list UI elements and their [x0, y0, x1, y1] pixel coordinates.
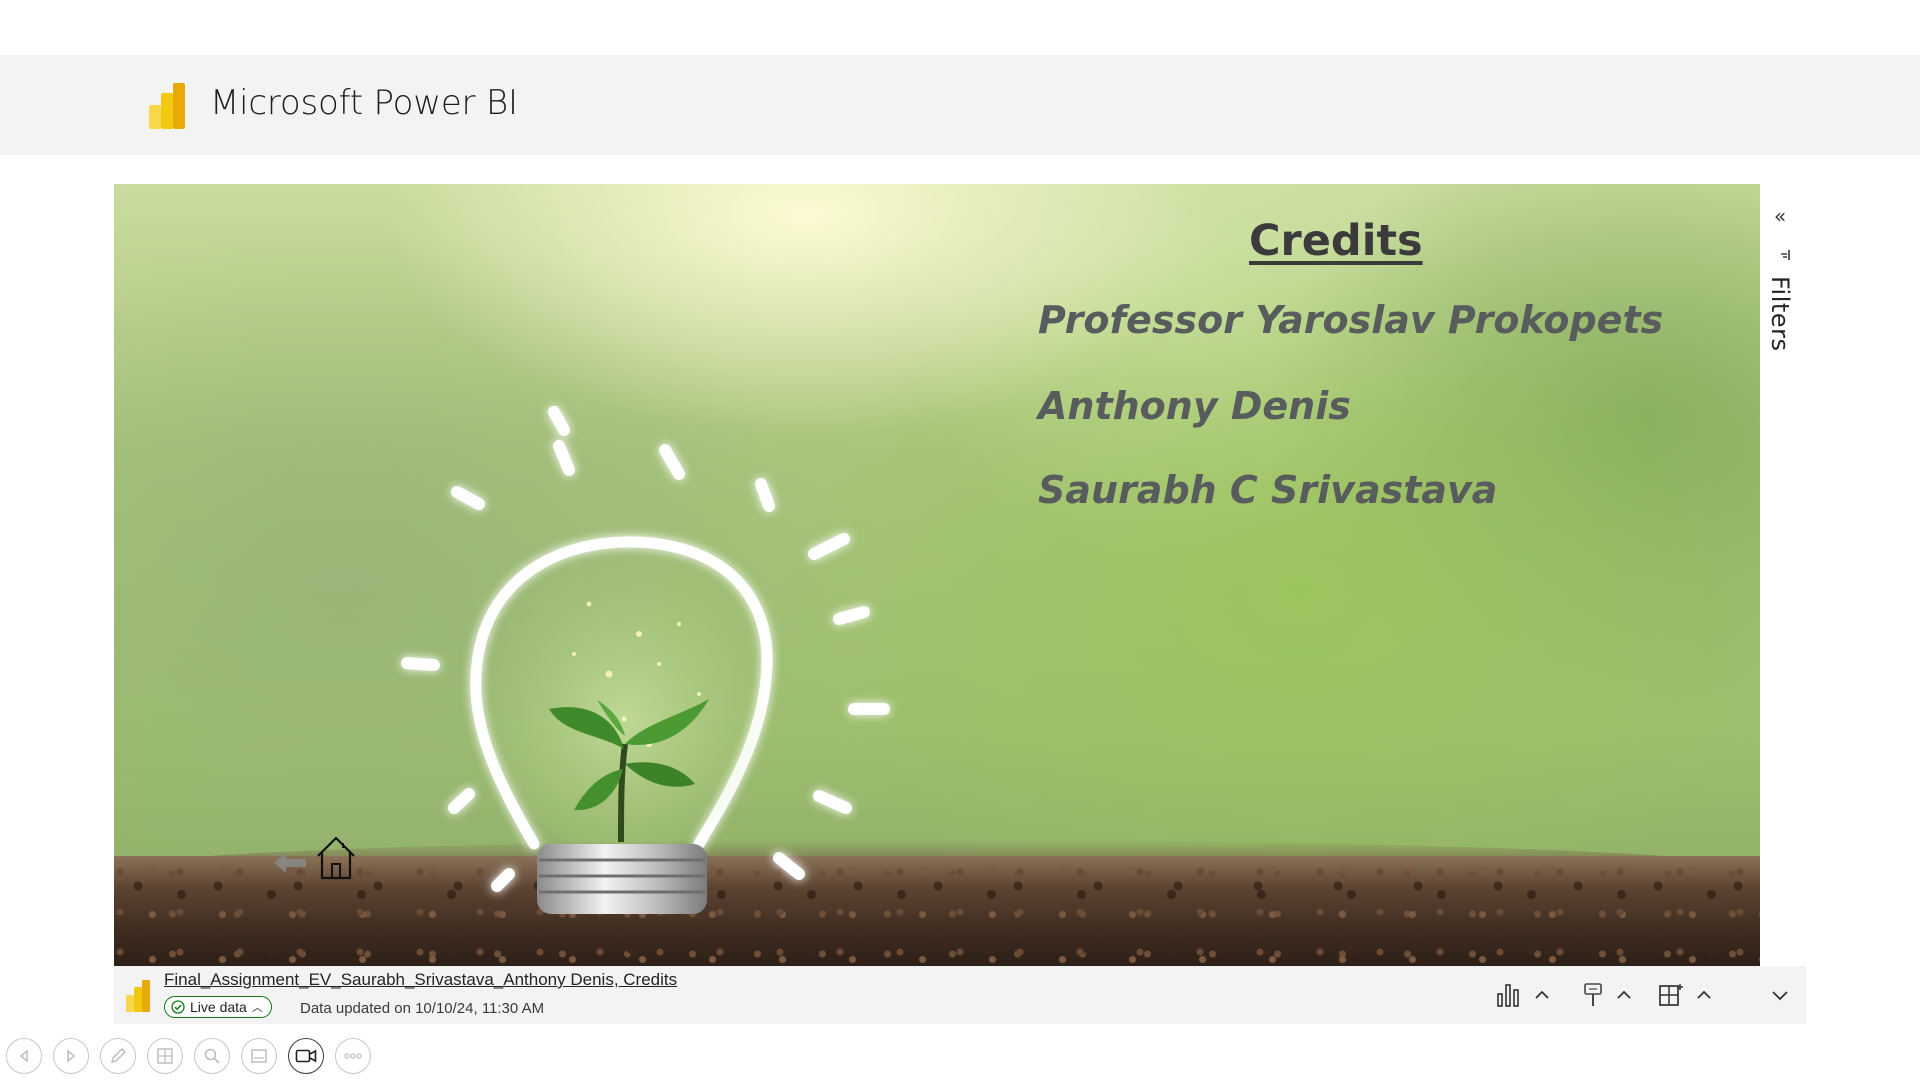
more-icon [344, 1053, 362, 1059]
pen-icon [110, 1047, 127, 1064]
live-data-badge[interactable]: Live data ︿ [164, 996, 272, 1018]
power-bi-logo-icon [126, 980, 150, 1012]
subtitles-button[interactable] [241, 1038, 277, 1074]
chevron-down-icon [1772, 991, 1788, 1001]
next-slide-button[interactable] [53, 1038, 89, 1074]
camera-button[interactable] [288, 1038, 324, 1074]
previous-slide-button[interactable] [6, 1038, 42, 1074]
camera-icon [295, 1049, 317, 1063]
credit-name-1: Professor Yaroslav Prokopets [1038, 298, 1664, 342]
slides-icon [157, 1048, 173, 1064]
filters-label[interactable]: Filters [1766, 276, 1794, 351]
slideshow-toolbar [6, 1038, 371, 1076]
subtitles-icon [251, 1049, 267, 1063]
zoom-button[interactable] [194, 1038, 230, 1074]
previous-icon [19, 1049, 28, 1063]
format-painter-button[interactable] [1582, 980, 1632, 1010]
pen-button[interactable] [100, 1038, 136, 1074]
layout-button[interactable] [1658, 980, 1712, 1010]
report-name-link[interactable]: Final_Assignment_EV_Saurabh_Srivastava_A… [164, 970, 677, 990]
visualization-icon [1497, 984, 1519, 1007]
slides-button[interactable] [147, 1038, 183, 1074]
lightbulb-plant-image [401, 406, 890, 914]
chevron-up-icon [1535, 990, 1549, 999]
more-options-button[interactable] [335, 1038, 371, 1074]
home-icon[interactable] [314, 834, 358, 880]
power-bi-logo-icon [149, 83, 185, 129]
expand-footer-button[interactable] [1769, 980, 1791, 1010]
layout-icon [1659, 984, 1683, 1006]
chevron-up-icon [1697, 990, 1711, 999]
report-canvas: Credits Professor Yaroslav Prokopets Ant… [114, 184, 1760, 966]
filters-pane[interactable]: « Filters [1760, 184, 1806, 966]
live-data-label: Live data [190, 999, 247, 1015]
next-icon [67, 1049, 76, 1063]
app-title: Microsoft Power BI [210, 83, 518, 123]
collapse-pane-icon[interactable]: « [1774, 204, 1786, 228]
chevron-up-icon [1617, 990, 1631, 999]
report-footer: Final_Assignment_EV_Saurabh_Srivastava_A… [114, 966, 1806, 1024]
format-painter-icon [1584, 983, 1602, 1006]
zoom-icon [204, 1048, 220, 1064]
visualization-button[interactable] [1496, 980, 1550, 1010]
credit-name-3: Saurabh C Srivastava [1038, 468, 1498, 512]
filter-icon[interactable] [1778, 248, 1792, 262]
data-updated-text: Data updated on 10/10/24, 11:30 AM [300, 1000, 545, 1017]
credits-title: Credits [1249, 216, 1423, 266]
chevron-up-icon: ︿ [251, 1001, 263, 1014]
back-arrow-icon[interactable] [272, 848, 308, 878]
credit-name-2: Anthony Denis [1038, 384, 1351, 428]
check-circle-icon [171, 1000, 185, 1014]
app-header: Microsoft Power BI [0, 55, 1920, 155]
